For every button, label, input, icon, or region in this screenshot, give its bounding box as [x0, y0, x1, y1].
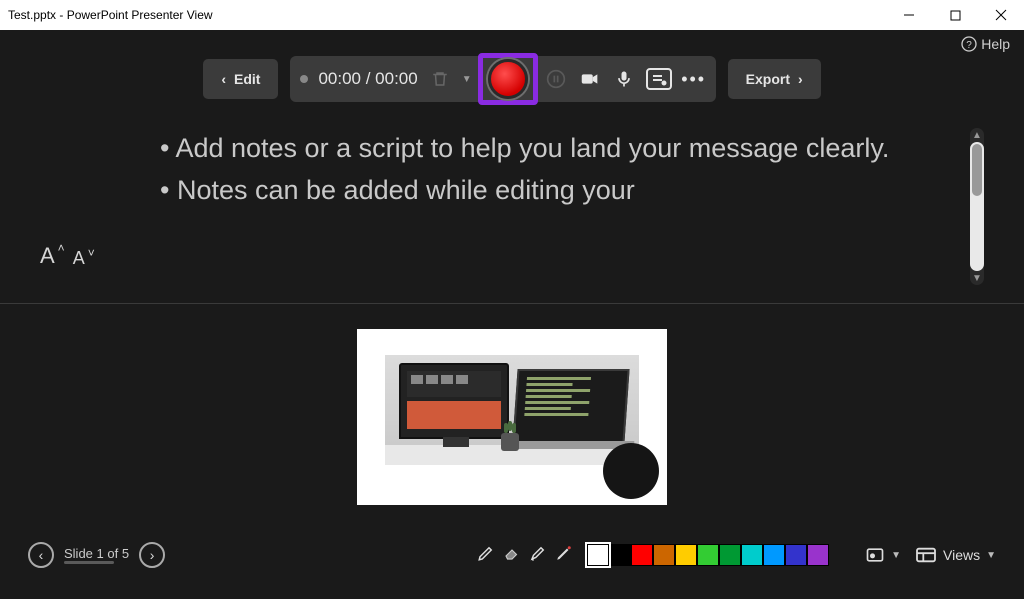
bottom-toolbar: ‹ Slide 1 of 5 › ▼ Views ▼ — [0, 524, 1024, 576]
export-label: Export — [746, 71, 790, 87]
dropdown-icon: ▼ — [986, 550, 996, 561]
notes-scrollbar[interactable]: ▲ ▼ — [970, 128, 984, 285]
teleprompter-icon[interactable] — [646, 68, 672, 90]
color-swatches — [587, 544, 829, 566]
decrease-font-button[interactable]: A˅ — [73, 248, 85, 269]
pen-icon[interactable] — [477, 544, 495, 567]
previous-slide-button[interactable]: ‹ — [28, 542, 54, 568]
camera-icon[interactable] — [578, 67, 602, 91]
help-label: Help — [981, 36, 1010, 52]
notes-line-2: • Notes can be added while editing your — [160, 170, 940, 212]
next-slide-button[interactable]: › — [139, 542, 165, 568]
increase-font-button[interactable]: A˄ — [40, 243, 55, 269]
microphone-icon[interactable] — [612, 67, 636, 91]
scroll-thumb[interactable] — [972, 144, 982, 196]
window-close-button[interactable] — [978, 0, 1024, 30]
color-swatch[interactable] — [609, 544, 631, 566]
window-minimize-button[interactable] — [886, 0, 932, 30]
highlighter-icon[interactable] — [529, 544, 547, 567]
edit-button[interactable]: ‹ Edit — [203, 59, 278, 99]
color-swatch[interactable] — [741, 544, 763, 566]
window-controls — [886, 0, 1024, 30]
window-titlebar: Test.pptx - PowerPoint Presenter View — [0, 0, 1024, 30]
notes-text: • Add notes or a script to help you land… — [160, 128, 970, 285]
view-tools: ▼ Views ▼ — [865, 545, 996, 565]
slide-indicator: Slide 1 of 5 — [64, 546, 129, 561]
svg-text:?: ? — [966, 40, 972, 51]
window-title: Test.pptx - PowerPoint Presenter View — [8, 8, 886, 22]
color-swatch[interactable] — [763, 544, 785, 566]
scroll-down-icon[interactable]: ▼ — [972, 271, 982, 285]
color-swatch[interactable] — [807, 544, 829, 566]
notes-line-1: • Add notes or a script to help you land… — [160, 128, 940, 170]
notes-area: A˄ A˅ • Add notes or a script to help yo… — [0, 118, 1024, 304]
current-slide-preview[interactable] — [357, 329, 667, 505]
font-size-controls: A˄ A˅ — [40, 128, 160, 285]
eraser-icon[interactable] — [503, 544, 521, 567]
color-swatch[interactable] — [719, 544, 741, 566]
trash-icon[interactable] — [428, 67, 452, 91]
laser-icon[interactable] — [555, 544, 573, 567]
color-swatch[interactable] — [587, 544, 609, 566]
slide-image — [385, 355, 639, 465]
help-row: ? Help — [0, 30, 1024, 54]
edit-label: Edit — [234, 71, 260, 87]
timer-text: 00:00 / 00:00 — [318, 69, 417, 89]
help-link[interactable]: ? Help — [961, 36, 1010, 52]
record-button-highlight — [478, 53, 538, 105]
more-icon[interactable]: ••• — [682, 67, 706, 91]
chevron-left-icon: ‹ — [221, 71, 226, 87]
camera-preview-circle[interactable] — [603, 443, 659, 499]
scroll-track[interactable] — [970, 142, 984, 271]
color-swatch[interactable] — [697, 544, 719, 566]
trash-caret-icon[interactable]: ▼ — [462, 74, 472, 85]
pen-tools — [477, 544, 573, 567]
color-swatch[interactable] — [653, 544, 675, 566]
color-swatch[interactable] — [631, 544, 653, 566]
scroll-up-icon[interactable]: ▲ — [972, 128, 982, 142]
views-label: Views — [943, 547, 980, 563]
slide-progress-track[interactable] — [64, 561, 114, 564]
recorder-controls-group: 00:00 / 00:00 ▼ ••• — [290, 56, 715, 102]
slide-preview-area — [0, 304, 1024, 524]
cameo-layout-button[interactable]: ▼ — [865, 545, 901, 565]
color-swatch[interactable] — [675, 544, 697, 566]
recording-status-dot — [300, 75, 308, 83]
color-swatch[interactable] — [785, 544, 807, 566]
pause-icon[interactable] — [544, 67, 568, 91]
recorder-toolbar: ‹ Edit 00:00 / 00:00 ▼ ••• Export › — [0, 54, 1024, 118]
chevron-right-icon: › — [798, 71, 803, 87]
dropdown-icon: ▼ — [891, 550, 901, 561]
views-button[interactable]: Views ▼ — [915, 546, 996, 564]
slide-navigation: ‹ Slide 1 of 5 › — [28, 542, 165, 568]
record-button[interactable] — [488, 59, 528, 99]
export-button[interactable]: Export › — [728, 59, 821, 99]
window-maximize-button[interactable] — [932, 0, 978, 30]
